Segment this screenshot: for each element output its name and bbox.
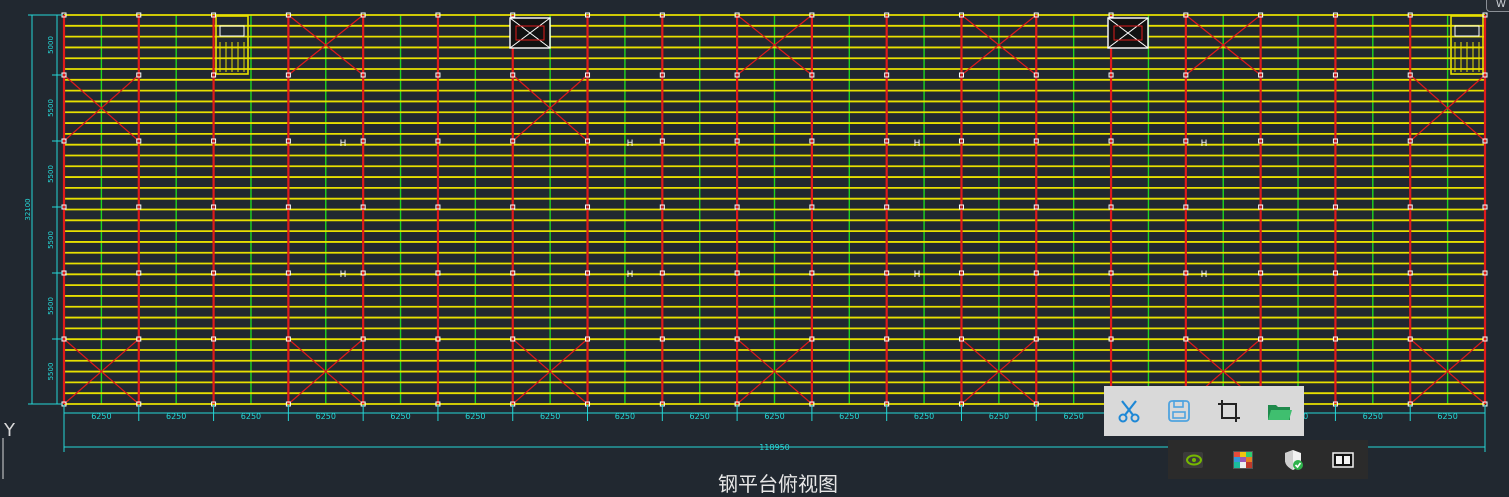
bay-dimension-label: 6250	[390, 412, 410, 421]
total-length-label: 118950	[759, 443, 790, 452]
span-dimension-label: 5500	[47, 297, 55, 315]
bay-dimension-label: 6250	[1063, 412, 1083, 421]
window-icon	[1332, 451, 1354, 468]
span-dimension-label: 5500	[47, 363, 55, 381]
hoist-marker: H	[914, 139, 921, 149]
crop-icon	[1218, 400, 1240, 422]
hoist-marker: H	[627, 270, 634, 280]
ucs-axis: Y	[2, 420, 16, 479]
total-height-label: 32100	[24, 198, 32, 220]
axis-y-label: Y	[3, 420, 16, 441]
bay-dimension-label: 6250	[989, 412, 1009, 421]
span-dimension-label: 5500	[47, 99, 55, 117]
window-tray-button[interactable]	[1332, 449, 1354, 471]
crop-button[interactable]	[1212, 394, 1246, 428]
bay-dimension-label: 6250	[690, 412, 710, 421]
bay-dimension-label: 6250	[241, 412, 261, 421]
nvidia-tray-button[interactable]	[1182, 449, 1204, 471]
hoist-marker: H	[914, 270, 921, 280]
span-dimension-label: 5500	[47, 165, 55, 183]
shield-check-icon	[1285, 449, 1303, 470]
hoist-marker: H	[1201, 270, 1208, 280]
span-dimension-label: 5500	[47, 231, 55, 249]
scissors-icon	[1118, 400, 1140, 423]
hoist-marker: H	[1201, 139, 1208, 149]
bay-dimension-label: 6250	[839, 412, 859, 421]
scissors-button[interactable]	[1112, 394, 1146, 428]
security-tray-button[interactable]	[1282, 449, 1304, 471]
bay-dimension-label: 6250	[615, 412, 635, 421]
span-dimension-label: 5000	[47, 36, 55, 54]
screenshot-toolbar	[1104, 386, 1304, 436]
bay-dimension-label: 6250	[764, 412, 784, 421]
save-button[interactable]	[1162, 394, 1196, 428]
bay-dimension-label: 6250	[91, 412, 111, 421]
hoist-marker: H	[627, 139, 634, 149]
stair-landing	[219, 25, 245, 37]
color-palette-tray-button[interactable]	[1232, 449, 1254, 471]
folder-button[interactable]	[1262, 394, 1296, 428]
bay-dimension-label: 6250	[540, 412, 560, 421]
bay-dimension-label: 6250	[1363, 412, 1383, 421]
color-palette-icon	[1233, 450, 1253, 469]
view-title: 钢平台俯视图	[718, 472, 838, 496]
bay-dimension-label: 6250	[316, 412, 336, 421]
hoist-marker: H	[340, 139, 347, 149]
bay-dimension-label: 6250	[914, 412, 934, 421]
bay-dimension-label: 6250	[465, 412, 485, 421]
save-icon	[1168, 400, 1190, 422]
hoist-marker: H	[340, 270, 347, 280]
stair-landing	[1454, 25, 1480, 37]
folder-icon	[1268, 405, 1292, 420]
corner-tab[interactable]: W	[1486, 0, 1509, 12]
nvidia-icon	[1183, 451, 1203, 468]
taskbar-tray	[1168, 440, 1368, 479]
bay-dimension-label: 6250	[166, 412, 186, 421]
bay-dimension-label: 6250	[1437, 412, 1457, 421]
